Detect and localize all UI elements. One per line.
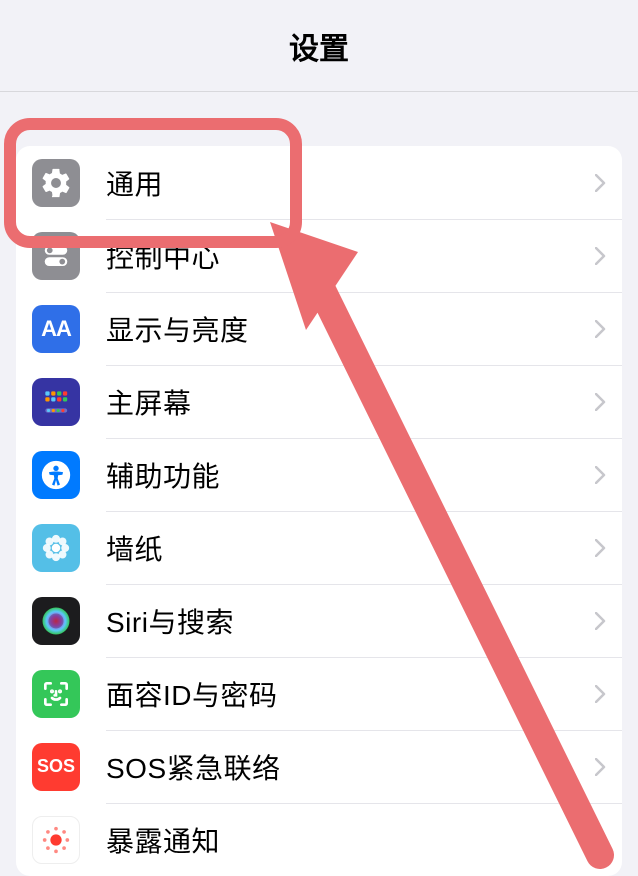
- row-label: 主屏幕: [106, 382, 595, 422]
- row-label: 辅助功能: [106, 455, 595, 495]
- row-display[interactable]: AA 显示与亮度: [16, 292, 622, 365]
- chevron-right-icon: [595, 539, 606, 557]
- row-label: 通用: [106, 163, 595, 203]
- row-label: Siri与搜索: [106, 601, 595, 641]
- row-home-screen[interactable]: 主屏幕: [16, 365, 622, 438]
- chevron-right-icon: [595, 685, 606, 703]
- aa-icon: AA: [32, 305, 80, 353]
- row-faceid[interactable]: 面容ID与密码: [16, 657, 622, 730]
- row-general[interactable]: 通用: [16, 146, 622, 219]
- row-label: 墙纸: [106, 528, 595, 568]
- chevron-right-icon: [595, 393, 606, 411]
- chevron-right-icon: [595, 612, 606, 630]
- row-sos[interactable]: SOS SOS紧急联络: [16, 730, 622, 803]
- toggles-icon: [32, 232, 80, 280]
- flower-icon: [32, 524, 80, 572]
- person-icon: [32, 451, 80, 499]
- chevron-right-icon: [595, 466, 606, 484]
- row-label: 面容ID与密码: [106, 674, 595, 714]
- sos-icon: SOS: [32, 743, 80, 791]
- row-label: 显示与亮度: [106, 309, 595, 349]
- row-label: 控制中心: [106, 236, 595, 276]
- row-control-center[interactable]: 控制中心: [16, 219, 622, 292]
- chevron-right-icon: [595, 247, 606, 265]
- siri-icon: [32, 597, 80, 645]
- chevron-right-icon: [595, 320, 606, 338]
- page-title: 设置: [289, 24, 349, 68]
- row-accessibility[interactable]: 辅助功能: [16, 438, 622, 511]
- row-label: SOS紧急联络: [106, 747, 595, 787]
- header: 设置: [0, 0, 638, 92]
- exposure-icon: [32, 816, 80, 864]
- row-exposure[interactable]: 暴露通知: [16, 803, 622, 876]
- row-wallpaper[interactable]: 墙纸: [16, 511, 622, 584]
- row-siri[interactable]: Siri与搜索: [16, 584, 622, 657]
- chevron-right-icon: [595, 758, 606, 776]
- settings-list: 通用 控制中心 AA 显示与亮度 主屏幕 辅助功能 墙纸: [16, 146, 622, 876]
- gear-icon: [32, 159, 80, 207]
- faceid-icon: [32, 670, 80, 718]
- grid-icon: [32, 378, 80, 426]
- chevron-right-icon: [595, 831, 606, 849]
- row-label: 暴露通知: [106, 820, 595, 860]
- chevron-right-icon: [595, 174, 606, 192]
